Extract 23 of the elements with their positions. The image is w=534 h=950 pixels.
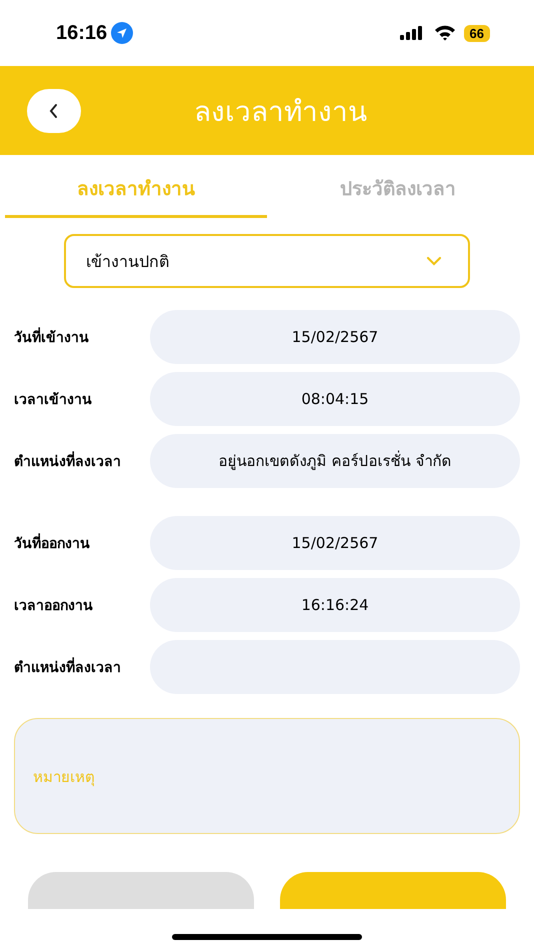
battery-level: 66 bbox=[464, 24, 490, 42]
field-label: ตำแหน่งที่ลงเวลา bbox=[14, 450, 150, 472]
back-button[interactable] bbox=[27, 88, 81, 132]
value-field: 15/02/2567 bbox=[150, 310, 520, 364]
chevron-down-icon bbox=[426, 256, 442, 266]
back-icon bbox=[48, 102, 60, 118]
field-label: เวลาออกงาน bbox=[14, 597, 94, 616]
value-field: 15/02/2567 bbox=[150, 516, 520, 570]
wifi-icon bbox=[434, 25, 456, 41]
field-label: วันที่ออกงาน bbox=[14, 532, 150, 554]
value-field: อยู่นอกเขตดังภูมิ คอร์ปอเรชั่น จำกัด bbox=[150, 434, 520, 488]
remark-field[interactable]: หมายเหตุ bbox=[14, 718, 520, 834]
field-label: เวลาเข้างาน bbox=[14, 391, 93, 410]
page-title: ลงเวลาทำงาน bbox=[193, 94, 368, 130]
check-out-button[interactable] bbox=[280, 872, 506, 909]
status-time: 16:16 bbox=[56, 22, 108, 44]
value-field: 16:16:24 bbox=[150, 578, 520, 632]
field-label: ตำแหน่งที่ลงเวลา bbox=[14, 656, 150, 678]
type-dropdown[interactable]: เข้างานปกติ bbox=[64, 234, 470, 288]
value-field: 08:04:15 bbox=[150, 372, 520, 426]
field-label: วันที่เข้างาน bbox=[14, 326, 150, 348]
tab[interactable]: ลงเวลาทำงาน bbox=[5, 163, 267, 218]
tab[interactable]: ประวัติลงเวลา bbox=[267, 163, 529, 218]
